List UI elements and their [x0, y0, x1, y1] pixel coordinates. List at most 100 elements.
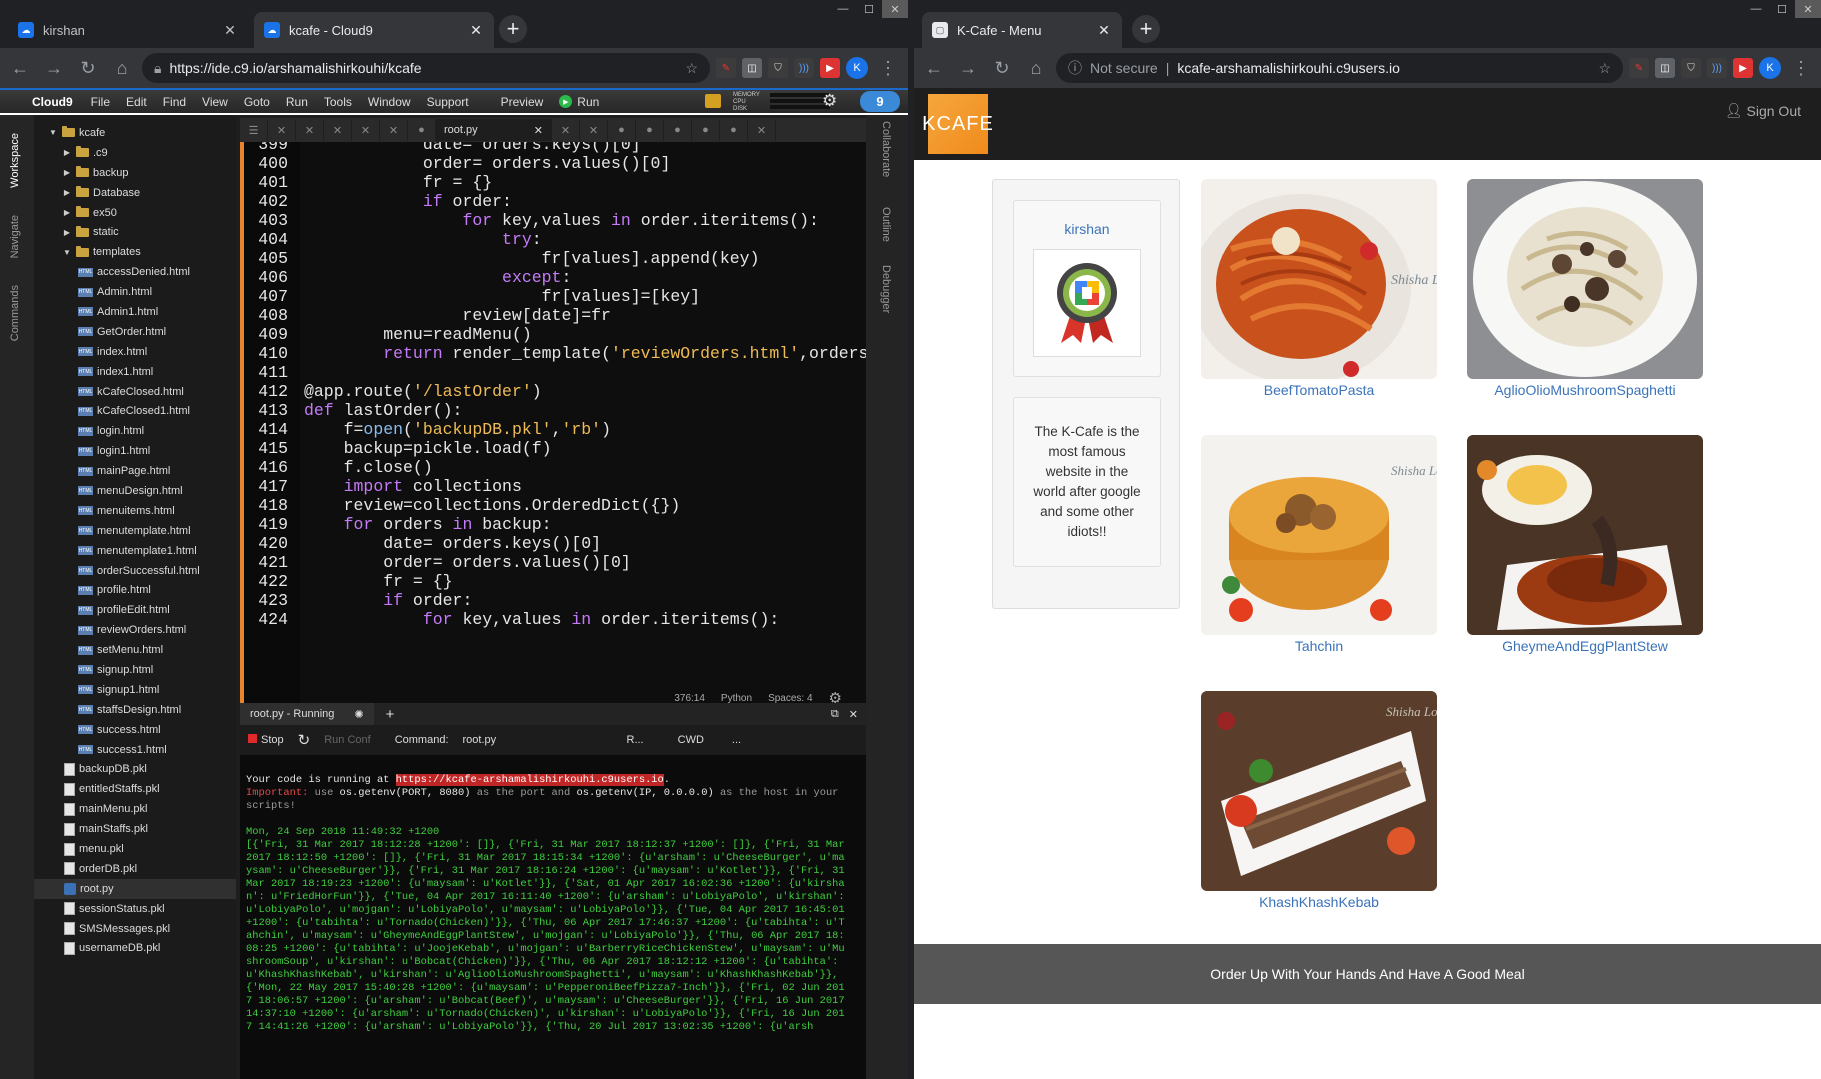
menu-run[interactable]: Run	[278, 95, 316, 109]
menu-item-card[interactable]: GheymeAndEggPlantStew	[1467, 435, 1703, 654]
browser-tab[interactable]: ☁ kirshan ✕	[8, 12, 248, 48]
browser-tab-active[interactable]: ☁ kcafe - Cloud9 ✕	[254, 12, 494, 48]
file-tree-item[interactable]: ▶ static	[34, 222, 236, 242]
menu-cloud9[interactable]: Cloud9	[0, 95, 83, 109]
file-tree-item[interactable]: HTML staffsDesign.html	[34, 700, 236, 720]
menu-item-name[interactable]: KhashKhashKebab	[1201, 894, 1437, 910]
not-secure-label[interactable]: Not secure	[1090, 60, 1158, 76]
file-tree-item[interactable]: HTML Admin1.html	[34, 302, 236, 322]
editor-tab[interactable]: ●	[608, 119, 636, 141]
commands-tab[interactable]: Commands	[9, 285, 21, 341]
file-tree-item[interactable]: HTML menutemplate1.html	[34, 541, 236, 561]
file-tree-item[interactable]: HTML kCafeClosed1.html	[34, 401, 236, 421]
menu-item-card[interactable]: Shisha Lounge KhashKhashKebab	[1201, 691, 1437, 910]
maximize-icon[interactable]: ☐	[1769, 0, 1795, 18]
cwd-button[interactable]: CWD	[678, 734, 704, 746]
editor-tab[interactable]: ●	[636, 119, 664, 141]
collapsed-arrow-icon[interactable]: ▶	[62, 148, 72, 157]
close-tab-icon[interactable]: ✕	[534, 124, 543, 137]
tab-menu-icon[interactable]: ☰	[240, 119, 268, 141]
file-tree-item[interactable]: entitledStaffs.pkl	[34, 779, 236, 799]
sign-out-link[interactable]: 👤︎ Sign Out	[1725, 102, 1801, 119]
file-tree-item[interactable]: HTML menuDesign.html	[34, 481, 236, 501]
restart-icon[interactable]: ↻	[298, 731, 311, 749]
extension-icon[interactable]: ◫	[1655, 58, 1675, 78]
file-tree-item[interactable]: HTML kCafeClosed.html	[34, 382, 236, 402]
reload-icon[interactable]: ↻	[74, 54, 102, 82]
close-tab-icon[interactable]: ✕	[1096, 22, 1112, 39]
file-tree-item[interactable]: orderDB.pkl	[34, 859, 236, 879]
indent-setting[interactable]: Spaces: 4	[768, 693, 812, 704]
browser-tab-active[interactable]: ▢ K-Cafe - Menu ✕	[922, 12, 1122, 48]
extension-icon[interactable]: )))	[794, 58, 814, 78]
file-tree-item[interactable]: HTML login1.html	[34, 441, 236, 461]
kcafe-logo[interactable]: KCAFE	[922, 94, 993, 154]
menu-goto[interactable]: Goto	[236, 95, 278, 109]
menu-view[interactable]: View	[194, 95, 236, 109]
menu-edit[interactable]: Edit	[118, 95, 155, 109]
editor-tab[interactable]: ✕	[268, 119, 296, 141]
file-tree-item[interactable]: ▼ templates	[34, 242, 236, 262]
menu-item-name[interactable]: AglioOlioMushroomSpaghetti	[1467, 382, 1703, 398]
file-tree-item[interactable]: HTML GetOrder.html	[34, 322, 236, 342]
running-url-link[interactable]: https://kcafe-arshamalishirkouhi.c9users…	[395, 774, 664, 786]
file-tree-item[interactable]: HTML success.html	[34, 720, 236, 740]
file-tree-item[interactable]: ▶ Database	[34, 183, 236, 203]
home-icon[interactable]: ⌂	[108, 54, 136, 82]
bookmark-star-icon[interactable]: ☆	[1598, 60, 1611, 77]
file-tree-item[interactable]: HTML index.html	[34, 342, 236, 362]
editor-tab[interactable]: ●	[664, 119, 692, 141]
beef-tomato-pasta-image[interactable]: Shisha Lounge	[1201, 179, 1437, 379]
cloud9-logo-icon[interactable]: 9	[860, 91, 900, 112]
editor-tab[interactable]: ✕	[324, 119, 352, 141]
collapsed-arrow-icon[interactable]: ▶	[62, 168, 72, 177]
cursor-position[interactable]: 376:14	[674, 693, 705, 704]
menu-window[interactable]: Window	[360, 95, 419, 109]
menu-item-card[interactable]: Shisha Lounge BeefTomatoPasta	[1201, 179, 1437, 398]
file-tree-item[interactable]: ▶ ex50	[34, 203, 236, 223]
menu-item-name[interactable]: GheymeAndEggPlantStew	[1467, 638, 1703, 654]
maximize-panel-icon[interactable]: ⧉	[831, 708, 839, 721]
profile-avatar[interactable]: K	[1759, 57, 1781, 79]
menu-file[interactable]: File	[83, 95, 118, 109]
env-button[interactable]: ...	[732, 734, 741, 746]
editor-tab[interactable]: ✕	[296, 119, 324, 141]
chrome-menu-icon[interactable]: ⋮	[1787, 54, 1815, 82]
terminal-tab[interactable]: root.py - Running ✺	[240, 703, 374, 725]
file-tree-item[interactable]: backupDB.pkl	[34, 760, 236, 780]
khash-khash-kebab-image[interactable]: Shisha Lounge	[1201, 691, 1437, 891]
file-tree-item[interactable]: sessionStatus.pkl	[34, 899, 236, 919]
close-window-icon[interactable]: ✕	[1795, 0, 1821, 18]
editor-tab[interactable]: ●	[692, 119, 720, 141]
file-tree-item[interactable]: HTML index1.html	[34, 362, 236, 382]
file-tree-item[interactable]: HTML Admin.html	[34, 282, 236, 302]
collapsed-arrow-icon[interactable]: ▶	[62, 188, 72, 197]
url-field[interactable]: 🔒︎ https://ide.c9.io/arshamalishirkouhi/…	[142, 53, 710, 83]
command-input[interactable]: root.py	[463, 734, 613, 746]
editor-tab[interactable]: ✕	[552, 119, 580, 141]
terminal-output[interactable]: Your code is running at https://kcafe-ar…	[246, 761, 848, 1079]
file-tree-item[interactable]: HTML profileEdit.html	[34, 600, 236, 620]
forward-icon[interactable]: →	[40, 54, 68, 82]
file-tree-item[interactable]: root.py	[34, 878, 236, 899]
file-tree-item[interactable]: usernameDB.pkl	[34, 939, 236, 959]
editor-tab[interactable]: ✕	[352, 119, 380, 141]
close-tab-icon[interactable]: ✕	[468, 22, 484, 39]
tahchin-image[interactable]: Shisha Lounge	[1201, 435, 1437, 635]
file-tree-item[interactable]: ▶ .c9	[34, 143, 236, 163]
file-tree-item[interactable]: HTML menuitems.html	[34, 501, 236, 521]
settings-gear-icon[interactable]: ⚙	[822, 91, 837, 111]
runner-select[interactable]: R...	[627, 734, 644, 746]
extension-icon[interactable]: ▶	[1733, 58, 1753, 78]
navigate-tab[interactable]: Navigate	[9, 215, 21, 258]
file-tree-item[interactable]: HTML signup1.html	[34, 680, 236, 700]
shield-extension-icon[interactable]: ⛉	[768, 58, 788, 78]
forward-icon[interactable]: →	[954, 54, 982, 82]
file-tree-item[interactable]: HTML orderSuccessful.html	[34, 561, 236, 581]
run-button[interactable]: ▶ Run	[551, 95, 607, 109]
stop-button[interactable]: Stop	[248, 734, 284, 746]
menu-item-card[interactable]: AglioOlioMushroomSpaghetti	[1467, 179, 1703, 398]
collaborate-tab[interactable]: Collaborate	[880, 121, 892, 177]
chrome-menu-icon[interactable]: ⋮	[874, 54, 902, 82]
extension-icon[interactable]: ✎	[716, 58, 736, 78]
